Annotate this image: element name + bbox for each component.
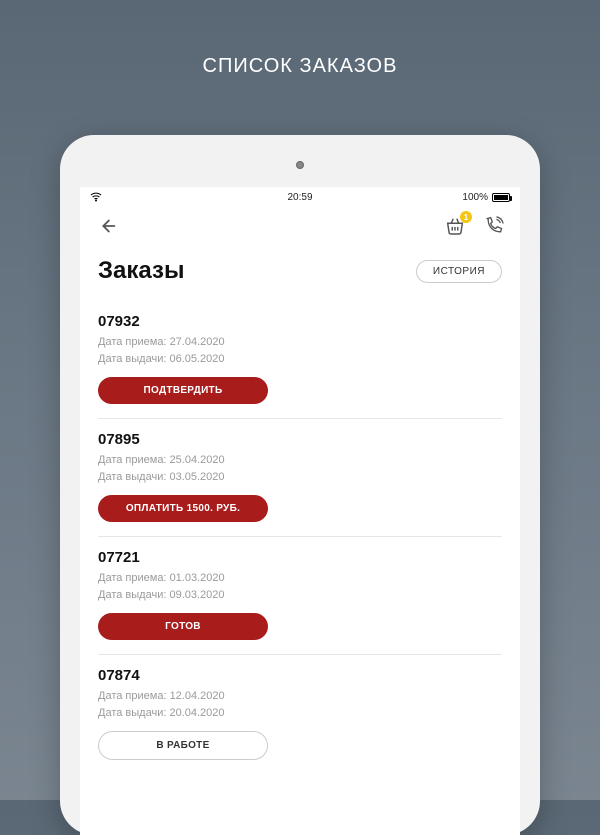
tablet-screen: 20:59 100% 1: [80, 187, 520, 835]
phone-icon[interactable]: [484, 216, 504, 236]
order-item[interactable]: 07932 Дата приема: 27.04.2020 Дата выдач…: [98, 301, 502, 419]
order-item[interactable]: 07874 Дата приема: 12.04.2020 Дата выдач…: [98, 655, 502, 774]
basket-icon[interactable]: 1: [444, 215, 466, 237]
basket-badge: 1: [460, 211, 472, 223]
statusbar: 20:59 100%: [80, 187, 520, 205]
order-issue-date: Дата выдачи: 09.03.2020: [98, 587, 502, 604]
topbar: 1: [80, 205, 520, 243]
history-button[interactable]: ИСТОРИЯ: [416, 260, 502, 283]
page-title: СПИСОК ЗАКАЗОВ: [0, 0, 600, 78]
battery-icon: [492, 193, 510, 202]
orders-list: 07932 Дата приема: 27.04.2020 Дата выдач…: [80, 301, 520, 774]
battery-indicator: 100%: [462, 192, 510, 203]
order-receive-date: Дата приема: 01.03.2020: [98, 570, 502, 587]
ready-button[interactable]: ГОТОВ: [98, 613, 268, 640]
order-receive-date: Дата приема: 25.04.2020: [98, 452, 502, 469]
order-issue-date: Дата выдачи: 03.05.2020: [98, 469, 502, 486]
order-number: 07932: [98, 313, 502, 330]
orders-title: Заказы: [98, 257, 184, 285]
confirm-button[interactable]: ПОДТВЕРДИТЬ: [98, 377, 268, 404]
in-progress-button[interactable]: В РАБОТЕ: [98, 731, 268, 760]
order-number: 07874: [98, 667, 502, 684]
header-row: Заказы ИСТОРИЯ: [80, 243, 520, 301]
tablet-camera: [296, 161, 304, 169]
battery-pct: 100%: [462, 192, 488, 203]
pay-button[interactable]: ОПЛАТИТЬ 1500. РУБ.: [98, 495, 268, 522]
order-issue-date: Дата выдачи: 20.04.2020: [98, 705, 502, 722]
back-arrow-icon[interactable]: [96, 215, 118, 237]
wifi-icon: [90, 191, 102, 203]
order-number: 07721: [98, 549, 502, 566]
order-receive-date: Дата приема: 12.04.2020: [98, 688, 502, 705]
statusbar-time: 20:59: [287, 192, 312, 203]
order-item[interactable]: 07721 Дата приема: 01.03.2020 Дата выдач…: [98, 537, 502, 655]
order-number: 07895: [98, 431, 502, 448]
tablet-frame: 20:59 100% 1: [60, 135, 540, 835]
order-item[interactable]: 07895 Дата приема: 25.04.2020 Дата выдач…: [98, 419, 502, 537]
order-receive-date: Дата приема: 27.04.2020: [98, 334, 502, 351]
order-issue-date: Дата выдачи: 06.05.2020: [98, 351, 502, 368]
